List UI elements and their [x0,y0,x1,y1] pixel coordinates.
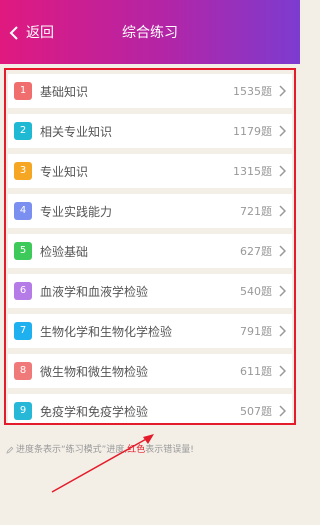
item-count: 627题 [240,245,272,258]
item-number-badge: 8 [14,362,32,380]
item-label: 专业知识 [40,164,89,179]
item-number-badge: 9 [14,402,32,420]
hint-text-part1: 进度条表示“练习模式”进度, [16,445,128,455]
item-label: 基础知识 [40,84,89,99]
item-count: 611题 [240,365,272,378]
header-bar: 返回 综合练习 [0,0,300,64]
item-label: 生物化学和生物化学检验 [40,324,173,339]
hint-note: 进度条表示“练习模式”进度, 红色 表示错误量! [6,442,296,458]
item-label: 血液学和血液学检验 [40,284,149,299]
chevron-right-icon [279,165,286,177]
hint-text-part3: 表示错误量! [145,445,194,455]
chevron-right-icon [279,245,286,257]
item-number-badge: 6 [14,282,32,300]
list-item[interactable]: 4 专业实践能力 721题 [8,194,292,228]
chevron-right-icon [279,125,286,137]
list-item[interactable]: 8 微生物和微生物检验 611题 [8,354,292,388]
list-item[interactable]: 1 基础知识 1535题 [8,74,292,108]
item-number-badge: 4 [14,202,32,220]
list-item[interactable]: 7 生物化学和生物化学检验 791题 [8,314,292,348]
item-label: 免疫学和免疫学检验 [40,404,149,419]
item-count: 791题 [240,325,272,338]
list-item[interactable]: 3 专业知识 1315题 [8,154,292,188]
item-number-badge: 3 [14,162,32,180]
item-label: 检验基础 [40,244,89,259]
chevron-right-icon [279,365,286,377]
list-item[interactable]: 9 免疫学和免疫学检验 507题 [8,394,292,423]
item-count: 540题 [240,285,272,298]
item-count: 721题 [240,205,272,218]
list-item[interactable]: 2 相关专业知识 1179题 [8,114,292,148]
item-label: 专业实践能力 [40,204,113,219]
page-title: 综合练习 [122,25,178,41]
item-count: 1179题 [233,125,272,138]
item-label: 相关专业知识 [40,124,113,139]
item-count: 1535题 [233,85,272,98]
hint-text-red: 红色 [127,445,146,455]
item-number-badge: 1 [14,82,32,100]
category-list: 1 基础知识 1535题 2 相关专业知识 1179题 3 专业知识 1315题… [4,68,296,425]
chevron-right-icon [279,285,286,297]
chevron-right-icon [279,205,286,217]
item-label: 微生物和微生物检验 [40,364,149,379]
chevron-right-icon [279,85,286,97]
item-number-badge: 2 [14,122,32,140]
item-count: 507题 [240,405,272,418]
chevron-right-icon [279,325,286,337]
list-item[interactable]: 6 血液学和血液学检验 540题 [8,274,292,308]
item-count: 1315题 [233,165,272,178]
chevron-right-icon [279,405,286,417]
pencil-icon [6,446,14,454]
list-item[interactable]: 5 检验基础 627题 [8,234,292,268]
item-number-badge: 5 [14,242,32,260]
item-number-badge: 7 [14,322,32,340]
